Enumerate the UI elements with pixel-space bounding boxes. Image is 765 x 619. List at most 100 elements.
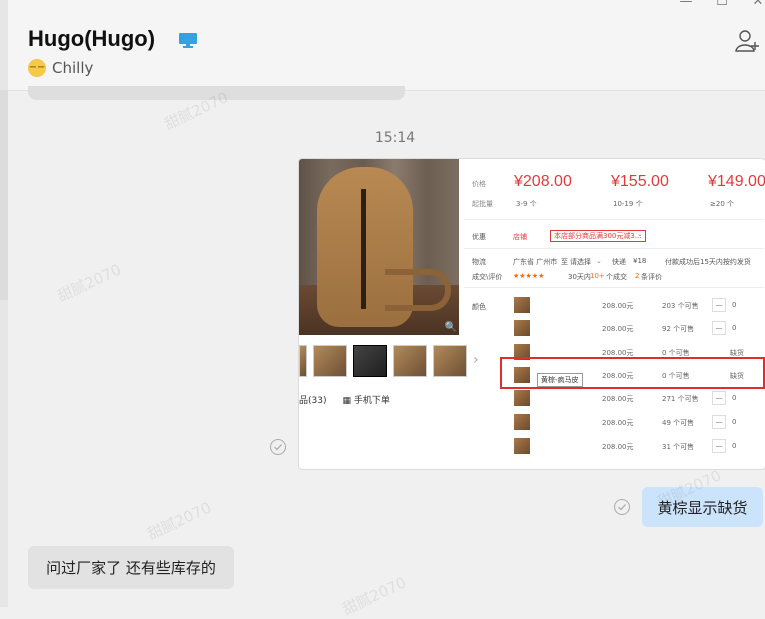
variant-row: 208.00元 92 个可售 —0 bbox=[464, 318, 765, 340]
divider bbox=[464, 248, 764, 249]
divider bbox=[464, 287, 764, 288]
quantity-value: 0 bbox=[732, 418, 737, 426]
thumbnail bbox=[393, 345, 427, 377]
variant-row: 208.00元 203 个可售 —0 bbox=[464, 295, 765, 317]
variant-swatch bbox=[514, 297, 530, 313]
quantity-stepper: —0 bbox=[712, 415, 736, 429]
promo-label: 优惠 bbox=[472, 233, 486, 241]
price-tier-2: ¥155.00 bbox=[611, 173, 669, 190]
read-receipt-icon bbox=[270, 439, 286, 455]
watermark: 甜腻2070 bbox=[339, 573, 410, 619]
thumbnail bbox=[433, 345, 467, 377]
variant-swatch bbox=[514, 390, 530, 406]
review-count: 2 bbox=[635, 272, 640, 280]
range-tier-3: ≥20 个 bbox=[710, 200, 734, 208]
variant-swatch bbox=[514, 438, 530, 454]
variant-stock: 49 个可售 bbox=[662, 419, 695, 427]
review-label: 成交\评价 bbox=[472, 273, 503, 281]
product-screenshot-message[interactable]: 🔍 › 品(33) ▦ 手机下单 价格 起批量 ¥208.00 3-9 个 ¥1… bbox=[298, 158, 765, 470]
shipping-fee: ¥18 bbox=[633, 257, 647, 265]
quantity-stepper: —0 bbox=[712, 439, 736, 453]
shipping-from: 广东省 广州市 bbox=[513, 258, 558, 266]
variant-stock: 31 个可售 bbox=[662, 443, 695, 451]
card-footer: 品(33) ▦ 手机下单 bbox=[299, 393, 390, 406]
minus-icon: — bbox=[712, 391, 726, 405]
variant-row: 208.00元 31 个可售 —0 bbox=[464, 436, 765, 458]
watermark: 甜腻2070 bbox=[144, 498, 215, 544]
variant-price: 208.00元 bbox=[602, 395, 634, 403]
variant-price: 208.00元 bbox=[602, 443, 634, 451]
divider bbox=[464, 219, 764, 220]
left-panel-scroll-region bbox=[0, 90, 8, 300]
sales-unit: 个成交 bbox=[606, 273, 627, 281]
quantity-value: 0 bbox=[732, 394, 737, 402]
thumbnail bbox=[313, 345, 347, 377]
variant-swatch bbox=[514, 320, 530, 336]
batch-label: 起批量 bbox=[472, 200, 493, 208]
thumbnail-selected bbox=[353, 345, 387, 377]
neutral-face-icon: −− bbox=[28, 59, 46, 77]
watermark: 甜腻2070 bbox=[54, 260, 125, 306]
chevron-down-icon: ⌄ bbox=[637, 230, 643, 238]
quantity-stepper: —0 bbox=[712, 298, 736, 312]
review-unit: 条评价 bbox=[641, 273, 662, 281]
shipping-label: 物流 bbox=[472, 258, 486, 266]
star-rating: ★★★★★ bbox=[513, 272, 545, 280]
read-receipt-icon bbox=[614, 499, 630, 515]
minus-icon: — bbox=[712, 321, 726, 335]
chevron-down-icon: ⌄ bbox=[596, 257, 602, 265]
promo-tag: 本店部分商品满300元减3... bbox=[550, 230, 646, 242]
range-tier-1: 3-9 个 bbox=[516, 200, 537, 208]
variant-stock: 92 个可售 bbox=[662, 325, 695, 333]
variant-stock: 203 个可售 bbox=[662, 302, 699, 310]
shipping-to-label: 至 bbox=[561, 258, 568, 266]
shipping-type: 快递 bbox=[612, 258, 626, 266]
quantity-value: 0 bbox=[732, 442, 737, 450]
thumbnail-strip: › bbox=[299, 345, 479, 377]
minimize-button[interactable]: — bbox=[679, 0, 693, 9]
thumbnail bbox=[299, 345, 307, 377]
bag-strap bbox=[385, 269, 451, 311]
shipping-note: 付款成功后15天内按约发货 bbox=[665, 258, 751, 266]
variant-price: 208.00元 bbox=[602, 419, 634, 427]
contact-name[interactable]: Hugo(Hugo) bbox=[28, 26, 155, 52]
message-timestamp: 15:14 bbox=[374, 130, 416, 146]
product-photo: 🔍 bbox=[299, 159, 459, 335]
sales-period: 30天内 bbox=[568, 273, 591, 281]
quantity-stepper: —0 bbox=[712, 321, 736, 335]
bag-zipper bbox=[361, 189, 366, 309]
window-controls: — ☐ ✕ bbox=[679, 0, 765, 9]
add-user-icon[interactable] bbox=[734, 28, 760, 54]
quantity-value: 0 bbox=[732, 301, 737, 309]
variant-tooltip: 黄棕-疯马皮 bbox=[537, 373, 583, 387]
variant-price: 208.00元 bbox=[602, 325, 634, 333]
left-panel-edge bbox=[0, 0, 8, 607]
promo-link: 店铺 bbox=[513, 233, 527, 241]
footer-left-text: 品(33) bbox=[299, 396, 327, 406]
variant-price: 208.00元 bbox=[602, 302, 634, 310]
maximize-button[interactable]: ☐ bbox=[715, 0, 729, 9]
quantity-value: 0 bbox=[732, 324, 737, 332]
magnify-icon: 🔍 bbox=[444, 322, 457, 333]
price-tier-3: ¥149.00 bbox=[708, 173, 765, 190]
their-message-bubble[interactable]: 问过厂家了 还有些库存的 bbox=[28, 546, 234, 589]
status-text: Chilly bbox=[52, 59, 94, 77]
variant-swatch bbox=[514, 414, 530, 430]
minus-icon: — bbox=[712, 298, 726, 312]
mobile-order-label: 手机下单 bbox=[353, 396, 390, 406]
minus-icon: — bbox=[712, 415, 726, 429]
price-label: 价格 bbox=[472, 180, 486, 188]
variant-stock: 271 个可售 bbox=[662, 395, 699, 403]
quantity-stepper: —0 bbox=[712, 391, 736, 405]
shipping-destination-select: 请选择 bbox=[570, 258, 591, 266]
contact-status: −− Chilly bbox=[28, 59, 93, 77]
close-button[interactable]: ✕ bbox=[751, 0, 765, 9]
mobile-order: ▦ 手机下单 bbox=[342, 396, 390, 406]
desktop-icon bbox=[179, 33, 197, 48]
price-tier-1: ¥208.00 bbox=[514, 173, 572, 190]
their-message-text: 问过厂家了 还有些库存的 bbox=[46, 559, 216, 577]
sales-count: 10+ bbox=[590, 272, 605, 280]
chat-header: — ☐ ✕ Hugo(Hugo) −− Chilly bbox=[8, 0, 765, 91]
variant-row: 208.00元 271 个可售 —0 bbox=[464, 388, 765, 410]
variant-row: 208.00元 49 个可售 —0 bbox=[464, 412, 765, 434]
